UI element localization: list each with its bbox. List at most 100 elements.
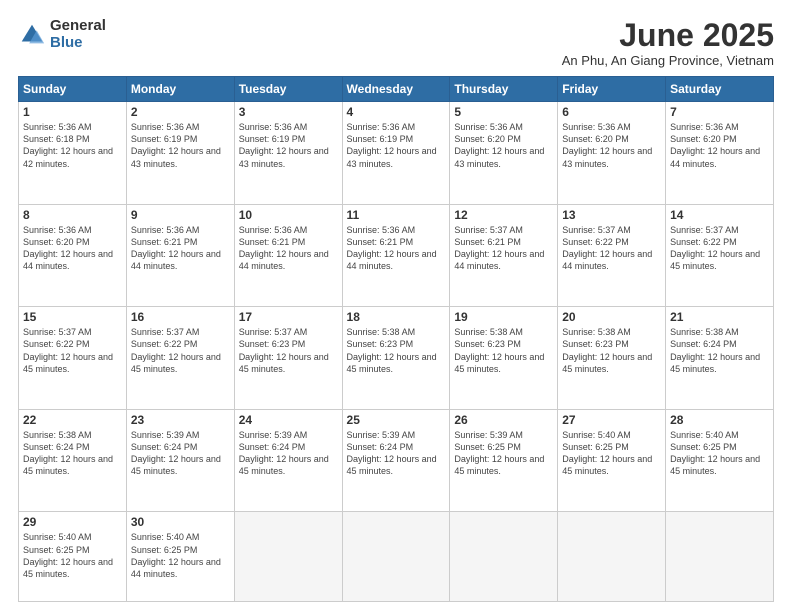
calendar-cell: 29 Sunrise: 5:40 AMSunset: 6:25 PMDayligh… [19, 512, 127, 602]
calendar-cell: 6 Sunrise: 5:36 AMSunset: 6:20 PMDaylight… [558, 102, 666, 205]
calendar-cell: 19 Sunrise: 5:38 AMSunset: 6:23 PMDayligh… [450, 307, 558, 410]
day-info: Sunrise: 5:39 AMSunset: 6:24 PMDaylight:… [347, 430, 437, 476]
day-info: Sunrise: 5:36 AMSunset: 6:20 PMDaylight:… [23, 225, 113, 271]
day-number: 14 [670, 208, 769, 222]
calendar-cell: 25 Sunrise: 5:39 AMSunset: 6:24 PMDayligh… [342, 409, 450, 512]
day-number: 30 [131, 515, 230, 529]
day-number: 2 [131, 105, 230, 119]
calendar-header-row: SundayMondayTuesdayWednesdayThursdayFrid… [19, 77, 774, 102]
day-info: Sunrise: 5:36 AMSunset: 6:20 PMDaylight:… [454, 122, 544, 168]
day-number: 4 [347, 105, 446, 119]
calendar-cell: 20 Sunrise: 5:38 AMSunset: 6:23 PMDayligh… [558, 307, 666, 410]
day-info: Sunrise: 5:40 AMSunset: 6:25 PMDaylight:… [23, 532, 113, 578]
calendar-cell: 3Sunrise: 5:36 AMSunset: 6:19 PMDaylight… [234, 102, 342, 205]
day-info: Sunrise: 5:40 AMSunset: 6:25 PMDaylight:… [131, 532, 221, 578]
calendar-cell: 28 Sunrise: 5:40 AMSunset: 6:25 PMDayligh… [666, 409, 774, 512]
day-info: Sunrise: 5:36 AMSunset: 6:20 PMDaylight:… [670, 122, 760, 168]
day-info: Sunrise: 5:40 AMSunset: 6:25 PMDaylight:… [670, 430, 760, 476]
day-info: Sunrise: 5:38 AMSunset: 6:24 PMDaylight:… [670, 327, 760, 373]
day-number: 5 [454, 105, 553, 119]
day-number: 10 [239, 208, 338, 222]
day-info: Sunrise: 5:36 AMSunset: 6:20 PMDaylight:… [562, 122, 652, 168]
day-number: 12 [454, 208, 553, 222]
logo-general: General [50, 18, 106, 35]
calendar-header-saturday: Saturday [666, 77, 774, 102]
calendar-cell: 21 Sunrise: 5:38 AMSunset: 6:24 PMDayligh… [666, 307, 774, 410]
day-number: 28 [670, 413, 769, 427]
day-number: 29 [23, 515, 122, 529]
calendar-cell [450, 512, 558, 602]
day-number: 9 [131, 208, 230, 222]
calendar-cell: 14 Sunrise: 5:37 AMSunset: 6:22 PMDayligh… [666, 204, 774, 307]
day-number: 21 [670, 310, 769, 324]
day-info: Sunrise: 5:37 AMSunset: 6:22 PMDaylight:… [131, 327, 221, 373]
day-info: Sunrise: 5:36 AMSunset: 6:21 PMDaylight:… [239, 225, 329, 271]
logo: General Blue [18, 18, 106, 51]
calendar-cell [666, 512, 774, 602]
calendar-header-friday: Friday [558, 77, 666, 102]
calendar-cell: 9Sunrise: 5:36 AMSunset: 6:21 PMDaylight… [126, 204, 234, 307]
title-month: June 2025 [562, 18, 774, 53]
calendar-header-tuesday: Tuesday [234, 77, 342, 102]
logo-blue: Blue [50, 35, 106, 52]
header: General Blue June 2025 An Phu, An Giang … [18, 18, 774, 68]
calendar-cell: 10 Sunrise: 5:36 AMSunset: 6:21 PMDayligh… [234, 204, 342, 307]
day-number: 13 [562, 208, 661, 222]
day-number: 25 [347, 413, 446, 427]
calendar-cell: 5 Sunrise: 5:36 AMSunset: 6:20 PMDaylight… [450, 102, 558, 205]
day-number: 11 [347, 208, 446, 222]
day-info: Sunrise: 5:39 AMSunset: 6:24 PMDaylight:… [239, 430, 329, 476]
calendar-week-3: 15 Sunrise: 5:37 AMSunset: 6:22 PMDayligh… [19, 307, 774, 410]
day-info: Sunrise: 5:38 AMSunset: 6:23 PMDaylight:… [562, 327, 652, 373]
calendar-cell: 30 Sunrise: 5:40 AMSunset: 6:25 PMDayligh… [126, 512, 234, 602]
calendar-cell: 1 Sunrise: 5:36 AMSunset: 6:18 PMDaylight… [19, 102, 127, 205]
day-number: 7 [670, 105, 769, 119]
calendar-cell: 18Sunrise: 5:38 AMSunset: 6:23 PMDayligh… [342, 307, 450, 410]
calendar-week-2: 8Sunrise: 5:36 AMSunset: 6:20 PMDaylight… [19, 204, 774, 307]
day-info: Sunrise: 5:39 AMSunset: 6:25 PMDaylight:… [454, 430, 544, 476]
day-info: Sunrise: 5:36 AMSunset: 6:21 PMDaylight:… [347, 225, 437, 271]
calendar-cell: 13 Sunrise: 5:37 AMSunset: 6:22 PMDayligh… [558, 204, 666, 307]
calendar-header-sunday: Sunday [19, 77, 127, 102]
calendar-cell [342, 512, 450, 602]
logo-icon [18, 21, 46, 49]
calendar-cell [558, 512, 666, 602]
day-number: 23 [131, 413, 230, 427]
day-info: Sunrise: 5:37 AMSunset: 6:22 PMDaylight:… [562, 225, 652, 271]
title-location: An Phu, An Giang Province, Vietnam [562, 53, 774, 68]
calendar-cell: 27Sunrise: 5:40 AMSunset: 6:25 PMDayligh… [558, 409, 666, 512]
day-number: 26 [454, 413, 553, 427]
calendar-cell: 17Sunrise: 5:37 AMSunset: 6:23 PMDayligh… [234, 307, 342, 410]
day-number: 17 [239, 310, 338, 324]
calendar-cell: 23 Sunrise: 5:39 AMSunset: 6:24 PMDayligh… [126, 409, 234, 512]
day-info: Sunrise: 5:36 AMSunset: 6:19 PMDaylight:… [131, 122, 221, 168]
calendar-cell: 4Sunrise: 5:36 AMSunset: 6:19 PMDaylight… [342, 102, 450, 205]
calendar-week-1: 1 Sunrise: 5:36 AMSunset: 6:18 PMDaylight… [19, 102, 774, 205]
calendar-cell: 11 Sunrise: 5:36 AMSunset: 6:21 PMDayligh… [342, 204, 450, 307]
calendar-header-wednesday: Wednesday [342, 77, 450, 102]
logo-text: General Blue [50, 18, 106, 51]
day-number: 6 [562, 105, 661, 119]
calendar-cell: 22Sunrise: 5:38 AMSunset: 6:24 PMDayligh… [19, 409, 127, 512]
day-number: 16 [131, 310, 230, 324]
day-number: 1 [23, 105, 122, 119]
calendar-week-5: 29 Sunrise: 5:40 AMSunset: 6:25 PMDayligh… [19, 512, 774, 602]
page: General Blue June 2025 An Phu, An Giang … [0, 0, 792, 612]
day-info: Sunrise: 5:37 AMSunset: 6:22 PMDaylight:… [670, 225, 760, 271]
day-info: Sunrise: 5:39 AMSunset: 6:24 PMDaylight:… [131, 430, 221, 476]
calendar-table: SundayMondayTuesdayWednesdayThursdayFrid… [18, 76, 774, 602]
day-number: 3 [239, 105, 338, 119]
calendar-header-thursday: Thursday [450, 77, 558, 102]
calendar-header-monday: Monday [126, 77, 234, 102]
calendar-cell: 15Sunrise: 5:37 AMSunset: 6:22 PMDayligh… [19, 307, 127, 410]
day-info: Sunrise: 5:36 AMSunset: 6:18 PMDaylight:… [23, 122, 113, 168]
day-number: 15 [23, 310, 122, 324]
day-number: 20 [562, 310, 661, 324]
calendar-cell: 16 Sunrise: 5:37 AMSunset: 6:22 PMDayligh… [126, 307, 234, 410]
day-number: 27 [562, 413, 661, 427]
calendar-cell: 24Sunrise: 5:39 AMSunset: 6:24 PMDayligh… [234, 409, 342, 512]
title-block: June 2025 An Phu, An Giang Province, Vie… [562, 18, 774, 68]
day-info: Sunrise: 5:38 AMSunset: 6:23 PMDaylight:… [454, 327, 544, 373]
day-number: 19 [454, 310, 553, 324]
calendar-week-4: 22Sunrise: 5:38 AMSunset: 6:24 PMDayligh… [19, 409, 774, 512]
